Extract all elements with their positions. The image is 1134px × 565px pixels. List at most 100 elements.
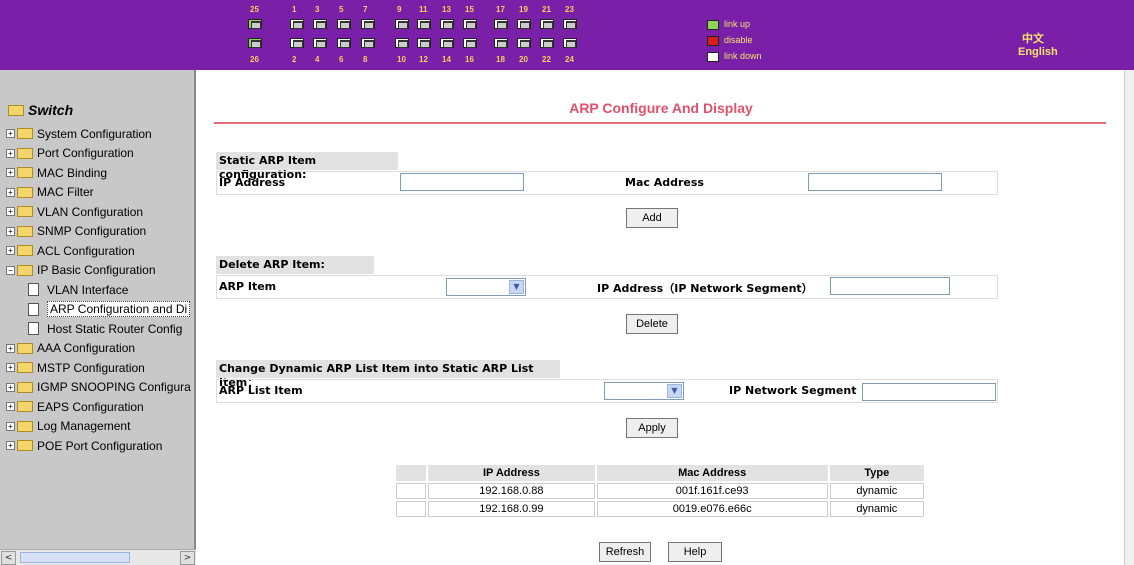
port-icon[interactable] (395, 38, 409, 48)
port-icon[interactable] (248, 38, 262, 48)
delete-section-heading: Delete ARP Item: (216, 256, 374, 274)
change-segment-label: IP Network Segment (729, 384, 857, 397)
port-icon[interactable] (517, 38, 531, 48)
sidebar-item-label: SNMP Configuration (37, 224, 147, 239)
sidebar-item[interactable]: + POE Port Configuration (6, 436, 196, 456)
sidebar-item[interactable]: + IGMP SNOOPING Configura (6, 378, 196, 398)
expand-icon[interactable]: + (6, 343, 15, 353)
port-number-label: 1 (292, 5, 297, 14)
sidebar-item[interactable]: VLAN Interface (6, 280, 196, 300)
expand-icon[interactable]: + (6, 382, 15, 392)
port-icon[interactable] (337, 38, 351, 48)
help-button[interactable]: Help (668, 542, 722, 562)
port-number-label: 11 (419, 5, 428, 14)
port-number-label: 22 (542, 55, 551, 64)
port-icon[interactable] (395, 19, 409, 29)
sidebar-item[interactable]: + VLAN Configuration (6, 202, 196, 222)
table-row[interactable]: 192.168.0.88 001f.161f.ce93 dynamic (396, 483, 924, 499)
sidebar-item[interactable]: + SNMP Configuration (6, 222, 196, 242)
port-icon[interactable] (361, 19, 375, 29)
sidebar-item[interactable]: + MAC Filter (6, 183, 196, 203)
port-number-label: 10 (397, 55, 406, 64)
legend-up-icon (707, 20, 719, 30)
add-button[interactable]: Add (626, 208, 678, 228)
collapse-icon[interactable]: − (6, 265, 15, 275)
expand-icon[interactable]: + (6, 421, 15, 431)
sidebar-item[interactable]: − IP Basic Configuration (6, 261, 196, 281)
static-mac-input[interactable] (808, 173, 942, 191)
delete-button[interactable]: Delete (626, 314, 678, 334)
sidebar-item[interactable]: + ACL Configuration (6, 241, 196, 261)
port-icon[interactable] (290, 19, 304, 29)
folder-icon (17, 401, 33, 413)
expand-icon[interactable]: + (6, 441, 15, 451)
expand-icon[interactable]: + (6, 226, 15, 236)
port-icon[interactable] (463, 19, 477, 29)
port-icon[interactable] (517, 19, 531, 29)
port-icon[interactable] (563, 38, 577, 48)
expand-icon[interactable]: + (6, 168, 15, 178)
sidebar-horizontal-scrollbar[interactable]: < > (0, 549, 196, 565)
folder-icon (17, 362, 33, 374)
expand-icon[interactable]: + (6, 246, 15, 256)
sidebar-item[interactable]: + Log Management (6, 417, 196, 437)
change-segment-input[interactable] (862, 383, 996, 401)
static-ip-label: IP Address (219, 176, 286, 189)
port-icon[interactable] (563, 19, 577, 29)
port-icon[interactable] (248, 19, 262, 29)
delete-item-label: ARP Item (219, 280, 277, 293)
lang-chinese-link[interactable]: 中文 (1022, 30, 1044, 46)
delete-ip-input[interactable] (830, 277, 950, 295)
port-icon[interactable] (361, 38, 375, 48)
row-select-cell[interactable] (396, 501, 427, 517)
expand-icon[interactable]: + (6, 148, 15, 158)
col-mac-header: Mac Address (596, 465, 828, 481)
expand-icon[interactable]: + (6, 207, 15, 217)
sidebar-item[interactable]: + MSTP Configuration (6, 358, 196, 378)
refresh-button[interactable]: Refresh (599, 542, 651, 562)
sidebar-item[interactable]: + EAPS Configuration (6, 397, 196, 417)
expand-icon[interactable]: + (6, 129, 15, 139)
sidebar-item-label: IP Basic Configuration (37, 263, 156, 278)
scroll-left-button[interactable]: < (1, 551, 16, 565)
folder-icon (17, 186, 33, 198)
port-icon[interactable] (313, 19, 327, 29)
change-list-select[interactable]: ▼ (604, 382, 684, 400)
row-select-cell[interactable] (396, 483, 427, 499)
tree-root[interactable]: Switch (6, 100, 196, 120)
apply-button[interactable]: Apply (626, 418, 678, 438)
main-vertical-scrollbar[interactable] (1124, 70, 1134, 565)
port-icon[interactable] (440, 19, 454, 29)
port-icon[interactable] (417, 19, 431, 29)
sidebar-item[interactable]: + System Configuration (6, 124, 196, 144)
expand-icon[interactable]: + (6, 402, 15, 412)
table-row[interactable]: 192.168.0.99 0019.e076.e66c dynamic (396, 501, 924, 517)
port-icon[interactable] (337, 19, 351, 29)
port-icon[interactable] (540, 38, 554, 48)
sidebar-item[interactable]: + MAC Binding (6, 163, 196, 183)
delete-item-select[interactable]: ▼ (446, 278, 526, 296)
sidebar-item[interactable]: + AAA Configuration (6, 339, 196, 359)
sidebar-item[interactable]: + Port Configuration (6, 144, 196, 164)
sidebar-item[interactable]: ARP Configuration and Di (6, 300, 196, 320)
scroll-right-button[interactable]: > (180, 551, 195, 565)
port-icon[interactable] (540, 19, 554, 29)
static-ip-input[interactable] (400, 173, 524, 191)
expand-icon[interactable]: + (6, 187, 15, 197)
port-icon[interactable] (494, 19, 508, 29)
port-number-label: 26 (250, 55, 259, 64)
port-icon[interactable] (463, 38, 477, 48)
scroll-thumb[interactable] (20, 552, 130, 563)
chevron-down-icon[interactable]: ▼ (667, 384, 682, 398)
port-icon[interactable] (290, 38, 304, 48)
port-icon[interactable] (417, 38, 431, 48)
port-icon[interactable] (494, 38, 508, 48)
lang-english-link[interactable]: English (1018, 46, 1058, 58)
folder-icon (17, 206, 33, 218)
port-icon[interactable] (313, 38, 327, 48)
chevron-down-icon[interactable]: ▼ (509, 280, 524, 294)
expand-icon[interactable]: + (6, 363, 15, 373)
sidebar-item[interactable]: Host Static Router Config (6, 319, 196, 339)
port-icon[interactable] (440, 38, 454, 48)
legend-disable-label: disable (724, 35, 753, 45)
